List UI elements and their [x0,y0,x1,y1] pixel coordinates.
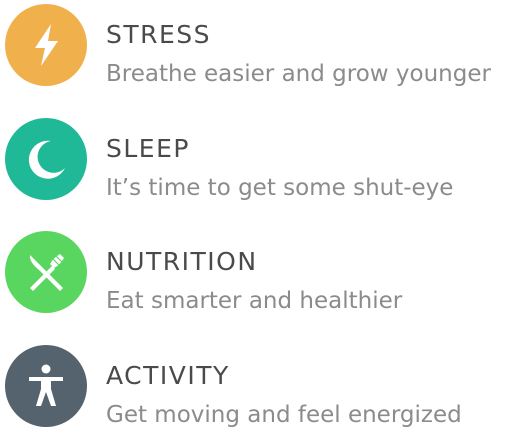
stress-icon-circle [5,4,87,86]
list-item-activity[interactable]: ACTIVITY Get moving and feel energized [0,345,532,435]
category-list: STRESS Breathe easier and grow younger S… [0,0,532,428]
activity-icon-circle [5,345,87,427]
crescent-moon-icon [28,140,65,179]
list-item-stress[interactable]: STRESS Breathe easier and grow younger [0,4,532,94]
item-title: SLEEP [106,134,190,163]
person-figure-icon [29,364,63,406]
item-title: ACTIVITY [106,361,230,390]
lightning-bolt-icon [35,24,58,66]
item-description: It’s time to get some shut-eye [106,175,454,201]
fork-knife-icon [29,254,64,291]
item-description: Breathe easier and grow younger [106,61,491,87]
list-item-nutrition[interactable]: NUTRITION Eat smarter and healthier [0,231,532,321]
sleep-icon-circle [5,118,87,200]
item-description: Eat smarter and healthier [106,288,403,314]
list-item-sleep[interactable]: SLEEP It’s time to get some shut-eye [0,118,532,208]
item-title: NUTRITION [106,247,258,276]
item-title: STRESS [106,20,212,49]
nutrition-icon-circle [5,231,87,313]
